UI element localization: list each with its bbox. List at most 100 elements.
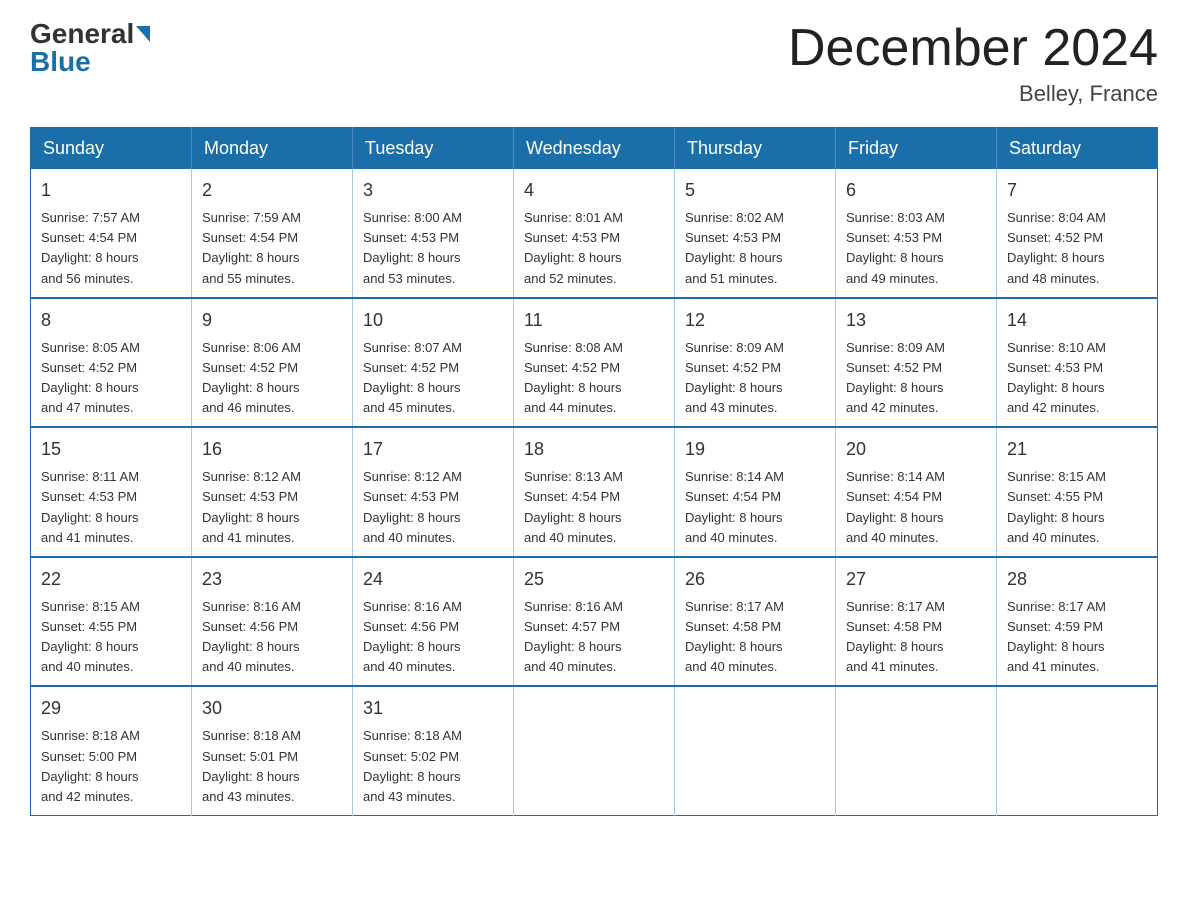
day-info: Sunrise: 8:14 AM Sunset: 4:54 PM Dayligh… (685, 467, 825, 548)
day-info: Sunrise: 8:11 AM Sunset: 4:53 PM Dayligh… (41, 467, 181, 548)
day-number: 26 (685, 566, 825, 593)
day-number: 7 (1007, 177, 1147, 204)
calendar-cell: 30 Sunrise: 8:18 AM Sunset: 5:01 PM Dayl… (192, 686, 353, 815)
calendar-cell: 16 Sunrise: 8:12 AM Sunset: 4:53 PM Dayl… (192, 427, 353, 557)
calendar-cell: 15 Sunrise: 8:11 AM Sunset: 4:53 PM Dayl… (31, 427, 192, 557)
day-info: Sunrise: 8:16 AM Sunset: 4:56 PM Dayligh… (202, 597, 342, 678)
month-title: December 2024 (788, 20, 1158, 77)
day-number: 21 (1007, 436, 1147, 463)
calendar-cell: 6 Sunrise: 8:03 AM Sunset: 4:53 PM Dayli… (836, 169, 997, 298)
day-info: Sunrise: 8:09 AM Sunset: 4:52 PM Dayligh… (846, 338, 986, 419)
calendar-week-row: 8 Sunrise: 8:05 AM Sunset: 4:52 PM Dayli… (31, 298, 1158, 428)
day-info: Sunrise: 8:12 AM Sunset: 4:53 PM Dayligh… (363, 467, 503, 548)
day-info: Sunrise: 8:00 AM Sunset: 4:53 PM Dayligh… (363, 208, 503, 289)
day-info: Sunrise: 8:17 AM Sunset: 4:58 PM Dayligh… (685, 597, 825, 678)
day-number: 23 (202, 566, 342, 593)
day-info: Sunrise: 8:01 AM Sunset: 4:53 PM Dayligh… (524, 208, 664, 289)
day-number: 30 (202, 695, 342, 722)
calendar-week-row: 22 Sunrise: 8:15 AM Sunset: 4:55 PM Dayl… (31, 557, 1158, 687)
calendar-cell (675, 686, 836, 815)
calendar-cell: 9 Sunrise: 8:06 AM Sunset: 4:52 PM Dayli… (192, 298, 353, 428)
calendar-cell (514, 686, 675, 815)
day-info: Sunrise: 8:05 AM Sunset: 4:52 PM Dayligh… (41, 338, 181, 419)
location-label: Belley, France (788, 81, 1158, 107)
header-monday: Monday (192, 128, 353, 170)
logo-blue-text: Blue (30, 48, 91, 76)
logo: General Blue (30, 20, 150, 76)
day-info: Sunrise: 8:15 AM Sunset: 4:55 PM Dayligh… (41, 597, 181, 678)
calendar-cell: 24 Sunrise: 8:16 AM Sunset: 4:56 PM Dayl… (353, 557, 514, 687)
header-thursday: Thursday (675, 128, 836, 170)
calendar-cell: 8 Sunrise: 8:05 AM Sunset: 4:52 PM Dayli… (31, 298, 192, 428)
calendar-cell: 13 Sunrise: 8:09 AM Sunset: 4:52 PM Dayl… (836, 298, 997, 428)
calendar-cell: 18 Sunrise: 8:13 AM Sunset: 4:54 PM Dayl… (514, 427, 675, 557)
day-number: 19 (685, 436, 825, 463)
calendar-cell: 23 Sunrise: 8:16 AM Sunset: 4:56 PM Dayl… (192, 557, 353, 687)
day-info: Sunrise: 8:18 AM Sunset: 5:01 PM Dayligh… (202, 726, 342, 807)
header-wednesday: Wednesday (514, 128, 675, 170)
day-number: 12 (685, 307, 825, 334)
day-number: 22 (41, 566, 181, 593)
day-info: Sunrise: 8:08 AM Sunset: 4:52 PM Dayligh… (524, 338, 664, 419)
calendar-cell: 7 Sunrise: 8:04 AM Sunset: 4:52 PM Dayli… (997, 169, 1158, 298)
day-number: 14 (1007, 307, 1147, 334)
day-number: 8 (41, 307, 181, 334)
calendar-cell: 26 Sunrise: 8:17 AM Sunset: 4:58 PM Dayl… (675, 557, 836, 687)
day-number: 13 (846, 307, 986, 334)
logo-arrow-icon (136, 26, 150, 42)
day-info: Sunrise: 8:06 AM Sunset: 4:52 PM Dayligh… (202, 338, 342, 419)
calendar-cell: 19 Sunrise: 8:14 AM Sunset: 4:54 PM Dayl… (675, 427, 836, 557)
day-number: 5 (685, 177, 825, 204)
day-info: Sunrise: 7:57 AM Sunset: 4:54 PM Dayligh… (41, 208, 181, 289)
day-info: Sunrise: 8:17 AM Sunset: 4:58 PM Dayligh… (846, 597, 986, 678)
day-number: 15 (41, 436, 181, 463)
day-number: 9 (202, 307, 342, 334)
day-info: Sunrise: 8:15 AM Sunset: 4:55 PM Dayligh… (1007, 467, 1147, 548)
header-saturday: Saturday (997, 128, 1158, 170)
header-friday: Friday (836, 128, 997, 170)
calendar-cell: 1 Sunrise: 7:57 AM Sunset: 4:54 PM Dayli… (31, 169, 192, 298)
day-info: Sunrise: 7:59 AM Sunset: 4:54 PM Dayligh… (202, 208, 342, 289)
day-info: Sunrise: 8:07 AM Sunset: 4:52 PM Dayligh… (363, 338, 503, 419)
day-number: 28 (1007, 566, 1147, 593)
day-number: 2 (202, 177, 342, 204)
day-info: Sunrise: 8:17 AM Sunset: 4:59 PM Dayligh… (1007, 597, 1147, 678)
calendar-cell: 12 Sunrise: 8:09 AM Sunset: 4:52 PM Dayl… (675, 298, 836, 428)
calendar-cell: 21 Sunrise: 8:15 AM Sunset: 4:55 PM Dayl… (997, 427, 1158, 557)
day-info: Sunrise: 8:09 AM Sunset: 4:52 PM Dayligh… (685, 338, 825, 419)
calendar-cell: 28 Sunrise: 8:17 AM Sunset: 4:59 PM Dayl… (997, 557, 1158, 687)
calendar-cell: 25 Sunrise: 8:16 AM Sunset: 4:57 PM Dayl… (514, 557, 675, 687)
day-number: 4 (524, 177, 664, 204)
calendar-cell (997, 686, 1158, 815)
calendar-cell: 3 Sunrise: 8:00 AM Sunset: 4:53 PM Dayli… (353, 169, 514, 298)
calendar-cell: 14 Sunrise: 8:10 AM Sunset: 4:53 PM Dayl… (997, 298, 1158, 428)
calendar-cell (836, 686, 997, 815)
day-number: 18 (524, 436, 664, 463)
calendar-table: Sunday Monday Tuesday Wednesday Thursday… (30, 127, 1158, 816)
calendar-header-row: Sunday Monday Tuesday Wednesday Thursday… (31, 128, 1158, 170)
day-number: 11 (524, 307, 664, 334)
calendar-cell: 29 Sunrise: 8:18 AM Sunset: 5:00 PM Dayl… (31, 686, 192, 815)
day-info: Sunrise: 8:16 AM Sunset: 4:56 PM Dayligh… (363, 597, 503, 678)
calendar-cell: 5 Sunrise: 8:02 AM Sunset: 4:53 PM Dayli… (675, 169, 836, 298)
day-number: 27 (846, 566, 986, 593)
page-header: General Blue December 2024 Belley, Franc… (30, 20, 1158, 107)
day-number: 10 (363, 307, 503, 334)
day-info: Sunrise: 8:04 AM Sunset: 4:52 PM Dayligh… (1007, 208, 1147, 289)
day-number: 29 (41, 695, 181, 722)
calendar-cell: 31 Sunrise: 8:18 AM Sunset: 5:02 PM Dayl… (353, 686, 514, 815)
day-info: Sunrise: 8:10 AM Sunset: 4:53 PM Dayligh… (1007, 338, 1147, 419)
day-info: Sunrise: 8:02 AM Sunset: 4:53 PM Dayligh… (685, 208, 825, 289)
day-info: Sunrise: 8:18 AM Sunset: 5:00 PM Dayligh… (41, 726, 181, 807)
day-number: 20 (846, 436, 986, 463)
calendar-cell: 2 Sunrise: 7:59 AM Sunset: 4:54 PM Dayli… (192, 169, 353, 298)
day-number: 16 (202, 436, 342, 463)
calendar-cell: 27 Sunrise: 8:17 AM Sunset: 4:58 PM Dayl… (836, 557, 997, 687)
calendar-week-row: 1 Sunrise: 7:57 AM Sunset: 4:54 PM Dayli… (31, 169, 1158, 298)
day-number: 25 (524, 566, 664, 593)
calendar-week-row: 29 Sunrise: 8:18 AM Sunset: 5:00 PM Dayl… (31, 686, 1158, 815)
header-sunday: Sunday (31, 128, 192, 170)
day-number: 24 (363, 566, 503, 593)
day-info: Sunrise: 8:14 AM Sunset: 4:54 PM Dayligh… (846, 467, 986, 548)
calendar-cell: 11 Sunrise: 8:08 AM Sunset: 4:52 PM Dayl… (514, 298, 675, 428)
